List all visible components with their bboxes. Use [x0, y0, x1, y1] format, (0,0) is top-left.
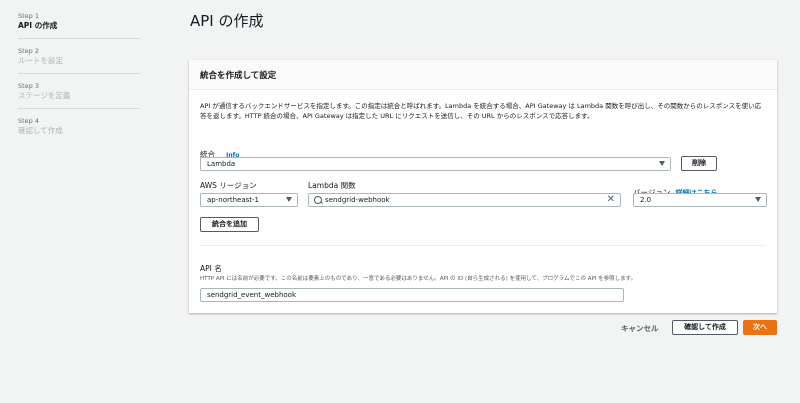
step-title: API の作成 — [18, 21, 58, 30]
step-title: ルートを設定 — [18, 56, 63, 65]
section-divider — [200, 245, 766, 246]
integration-panel: 統合を作成して設定 API が通信するバックエンドサービスを指定します。この指定… — [189, 60, 777, 313]
function-label: Lambda 関数 — [308, 181, 356, 190]
next-button[interactable]: 次へ — [743, 320, 777, 335]
chevron-down-icon — [286, 197, 292, 202]
cancel-button[interactable]: キャンセル — [621, 323, 659, 334]
step-title: 確認して作成 — [18, 126, 63, 135]
chevron-down-icon — [659, 161, 665, 166]
api-name-input[interactable]: sendgrid_event_webhook — [200, 288, 624, 302]
step-number: Step 2 — [18, 47, 40, 55]
api-name-value: sendgrid_event_webhook — [207, 291, 297, 299]
panel-header: 統合を作成して設定 — [189, 60, 777, 90]
panel-description: API が通信するバックエンドサービスを指定します。この指定は統合と呼ばれます。… — [200, 102, 762, 120]
version-value: 2.0 — [640, 196, 652, 204]
wizard-steps: Step 1 API の作成 Step 2 ルートを設定 Step 3 ステージ… — [18, 12, 140, 151]
chevron-down-icon — [755, 197, 761, 202]
function-search-input[interactable]: sendgrid-webhook ✕ — [308, 193, 621, 207]
remove-button[interactable]: 削除 — [681, 156, 717, 171]
step-2[interactable]: Step 2 ルートを設定 — [18, 47, 140, 74]
step-number: Step 4 — [18, 117, 40, 125]
region-value: ap-northeast-1 — [207, 196, 260, 204]
step-1[interactable]: Step 1 API の作成 — [18, 12, 140, 39]
add-integration-button[interactable]: 統合を追加 — [200, 217, 259, 232]
function-value: sendgrid-webhook — [325, 196, 390, 204]
api-name-hint: HTTP API には名前が必要です。この名前は要素上のものであり、一意である必… — [200, 276, 637, 282]
step-3[interactable]: Step 3 ステージを定義 — [18, 82, 140, 109]
region-select[interactable]: ap-northeast-1 — [200, 193, 298, 207]
page-title: API の作成 — [190, 12, 264, 30]
version-select[interactable]: 2.0 — [633, 193, 767, 207]
integration-type-value: Lambda — [207, 160, 236, 168]
api-name-label: API 名 — [200, 264, 222, 273]
integration-type-select[interactable]: Lambda — [200, 157, 671, 171]
clear-icon[interactable]: ✕ — [607, 194, 615, 206]
review-and-create-button[interactable]: 確認して作成 — [672, 320, 738, 335]
step-title: ステージを定義 — [18, 91, 71, 100]
step-number: Step 3 — [18, 82, 40, 90]
step-4[interactable]: Step 4 確認して作成 — [18, 117, 140, 143]
region-label: AWS リージョン — [200, 181, 257, 190]
step-number: Step 1 — [18, 12, 40, 20]
search-icon — [314, 196, 322, 204]
